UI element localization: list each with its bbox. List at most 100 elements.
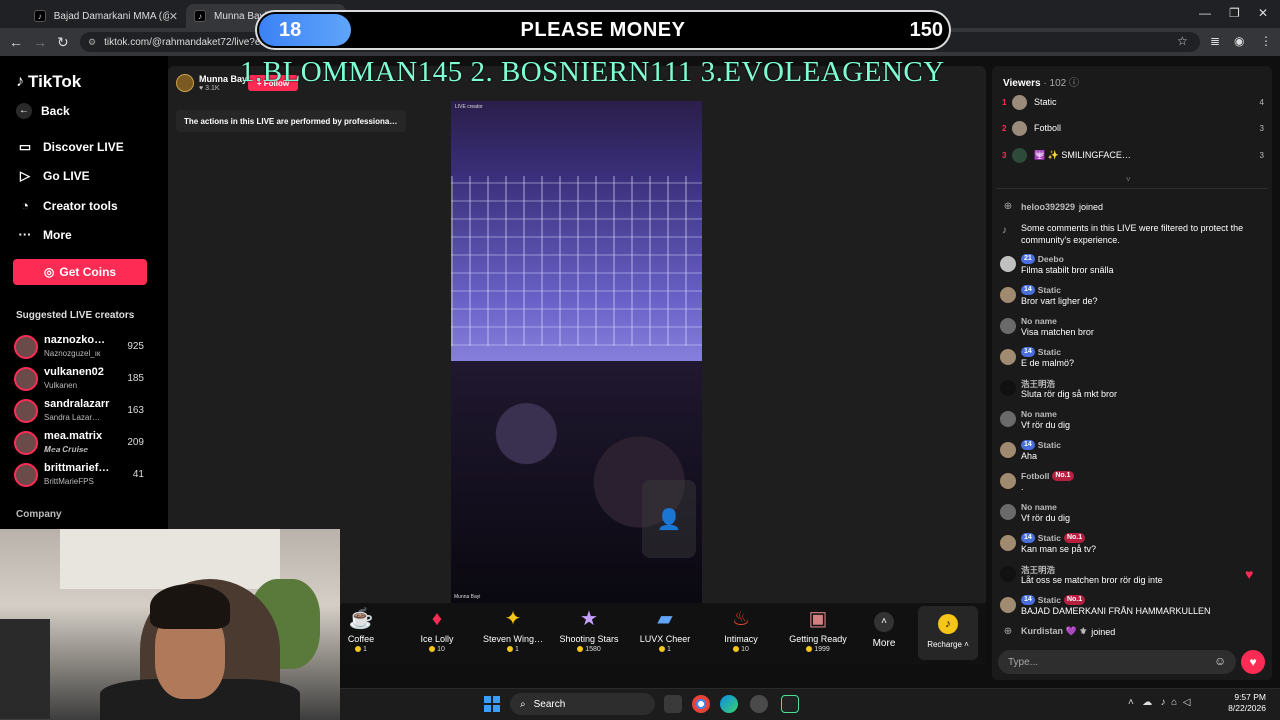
taskbar-clock[interactable]: 9:57 PM 8/22/2026 — [1226, 692, 1266, 714]
person-icon[interactable]: 👤 — [642, 480, 696, 558]
taskbar-search[interactable]: ⌕ Search — [510, 693, 655, 715]
suggested-creator[interactable]: sandralazarr Sandra Lazar… 163 — [14, 396, 164, 426]
suggested-creator[interactable]: brittmarief… BrittMarieFPS 41 — [14, 460, 164, 490]
viewer-rank: 2 — [1002, 123, 1007, 133]
avatar[interactable] — [1000, 473, 1016, 489]
sidebar-item-more[interactable]: ··· More — [16, 227, 72, 242]
gift-item[interactable]: ★ Shooting Stars 1580 — [554, 606, 624, 653]
forward-nav-icon[interactable]: → — [33, 34, 47, 50]
info-icon[interactable]: ⓘ — [1069, 78, 1079, 89]
chat-input[interactable]: Type... — [998, 650, 1236, 674]
avatar — [14, 367, 38, 391]
task-view-icon[interactable] — [664, 695, 682, 713]
chat-username[interactable]: Fotboll — [1021, 471, 1049, 481]
tiktok-logo[interactable]: ♪ TikTok — [16, 72, 81, 92]
close-window-icon[interactable]: ✕ — [1258, 6, 1268, 20]
back-arrow-icon: ← — [16, 103, 32, 119]
top-viewer[interactable]: 2 Fotboll 3 — [1002, 118, 1264, 138]
profile-icon[interactable]: ◉ — [1234, 34, 1244, 48]
reading-list-icon[interactable]: ≣ — [1210, 34, 1220, 48]
gift-item[interactable]: ✦ Steven Wing… 1 — [478, 606, 548, 653]
edge-icon[interactable] — [720, 695, 738, 713]
chat-username[interactable]: Static — [1038, 440, 1061, 450]
suggested-creator[interactable]: vulkanen02 Vulkanen 185 — [14, 364, 164, 394]
sidebar-item-back[interactable]: ← Back — [16, 103, 70, 119]
browser-tab-1[interactable]: ♪ Bajad Damarkani MMA (@bajad ✕ — [26, 4, 186, 28]
avatar[interactable] — [1000, 287, 1016, 303]
gift-item[interactable]: ▰ LUVX Cheer 1 — [630, 606, 700, 653]
chat-username[interactable]: Static — [1038, 533, 1061, 543]
chat-message-text: Aha — [1021, 451, 1038, 461]
tv-icon: ▭ — [18, 139, 32, 154]
chat-username[interactable]: Deebo — [1038, 254, 1064, 264]
maximize-icon[interactable]: ❐ — [1229, 6, 1240, 20]
chat-username[interactable]: Static — [1038, 285, 1061, 295]
bookmark-star-icon[interactable]: ☆ — [1177, 34, 1188, 48]
back-nav-icon[interactable]: ← — [9, 34, 23, 50]
suggested-creator[interactable]: naznozko… Naznozguzel_ıк 925 — [14, 332, 164, 362]
cloud-icon[interactable]: ☁ — [1142, 697, 1152, 708]
suggested-creator[interactable]: mea.matrix 𝑴𝒆𝒂 𝑪𝒓𝒖𝒊𝒔𝒆 209 — [14, 428, 164, 458]
chat-username[interactable]: Static — [1038, 595, 1061, 605]
joined-user[interactable]: Kurdistan 💜 ⚜ — [1021, 626, 1087, 637]
chat-username[interactable]: No name — [1021, 316, 1057, 326]
app-icon[interactable] — [750, 695, 768, 713]
viewers-header[interactable]: Viewers · 102 ⓘ — [1003, 74, 1079, 89]
tab-title: Bajad Damarkani MMA (@bajad — [53, 10, 169, 22]
chevron-up-icon[interactable]: ˄ — [1128, 697, 1134, 708]
sidebar-item-creator-tools[interactable]: ◔ Creator tools — [16, 198, 118, 213]
tiktok-icon: ♪ — [1002, 225, 1007, 236]
top-viewer[interactable]: 1 Static 4 — [1002, 92, 1264, 112]
windows-start-icon[interactable] — [484, 696, 500, 712]
chevron-up-icon: ˄ — [874, 612, 894, 632]
avatar[interactable] — [1000, 349, 1016, 365]
chat-username[interactable]: No name — [1021, 502, 1057, 512]
sidebar-item-go-live[interactable]: ▷ Go LIVE — [16, 168, 90, 184]
expand-viewers-icon[interactable]: ˅ — [1126, 175, 1131, 184]
chrome-icon[interactable] — [692, 695, 710, 713]
creator-subtitle: Sandra Lazar… — [44, 413, 101, 422]
like-heart-button[interactable]: ♥ — [1241, 650, 1265, 674]
system-tray[interactable]: ˄ ☁ ♪ ⌂ ◁ — [1128, 697, 1190, 708]
gift-name: Ice Lolly — [420, 634, 454, 644]
avatar[interactable] — [1000, 380, 1016, 396]
avatar[interactable] — [1000, 504, 1016, 520]
chat-username[interactable]: Static — [1038, 347, 1061, 357]
avatar[interactable] — [1000, 318, 1016, 334]
gift-price-value: 10 — [741, 646, 749, 653]
microphone-icon[interactable]: ♪ — [1161, 697, 1166, 708]
chat-input-placeholder: Type... — [1008, 656, 1039, 668]
emoji-icon[interactable]: ☺ — [1214, 654, 1226, 668]
joined-user[interactable]: heloo392929 — [1021, 202, 1075, 212]
minimize-icon[interactable]: — — [1199, 6, 1211, 20]
coin-icon — [429, 646, 436, 653]
company-heading[interactable]: Company — [16, 509, 62, 520]
gift-price-value: 1 — [667, 646, 671, 653]
recharge-button[interactable]: ♪ Recharge ˄ — [918, 606, 978, 660]
browser-menu-icon[interactable]: ⋮ — [1260, 34, 1272, 48]
more-gifts-button[interactable]: ˄ More — [868, 612, 900, 649]
overlay-title: PLEASE MONEY — [520, 19, 686, 41]
close-tab-icon[interactable]: ✕ — [169, 10, 178, 23]
get-coins-button[interactable]: ◎ Get Coins — [13, 259, 147, 285]
avatar[interactable] — [1000, 566, 1016, 582]
avatar[interactable] — [1000, 411, 1016, 427]
gift-item[interactable]: ♦ Ice Lolly 10 — [402, 606, 472, 653]
gift-price-value: 10 — [437, 646, 445, 653]
avatar[interactable] — [1000, 442, 1016, 458]
gift-item[interactable]: ♨ Intimacy 10 — [706, 606, 776, 653]
volume-icon[interactable]: ◁ — [1183, 697, 1191, 708]
chat-username[interactable]: No name — [1021, 409, 1057, 419]
shooting-stars-icon: ★ — [580, 608, 598, 630]
avatar[interactable] — [1000, 535, 1016, 551]
avatar[interactable] — [1000, 256, 1016, 272]
sidebar-item-discover-live[interactable]: ▭ Discover LIVE — [16, 139, 124, 155]
site-info-icon[interactable]: ⚙ — [88, 37, 96, 48]
host-avatar[interactable] — [176, 74, 194, 92]
avatar[interactable] — [1000, 597, 1016, 613]
app-icon[interactable] — [781, 695, 799, 713]
reload-icon[interactable]: ↻ — [57, 34, 69, 51]
network-icon[interactable]: ⌂ — [1171, 697, 1177, 708]
gift-item[interactable]: ▣ Getting Ready 1999 — [783, 606, 853, 653]
top-viewer[interactable]: 3 🕎 ✨ SMILINGFACE… 3 — [1002, 145, 1264, 165]
